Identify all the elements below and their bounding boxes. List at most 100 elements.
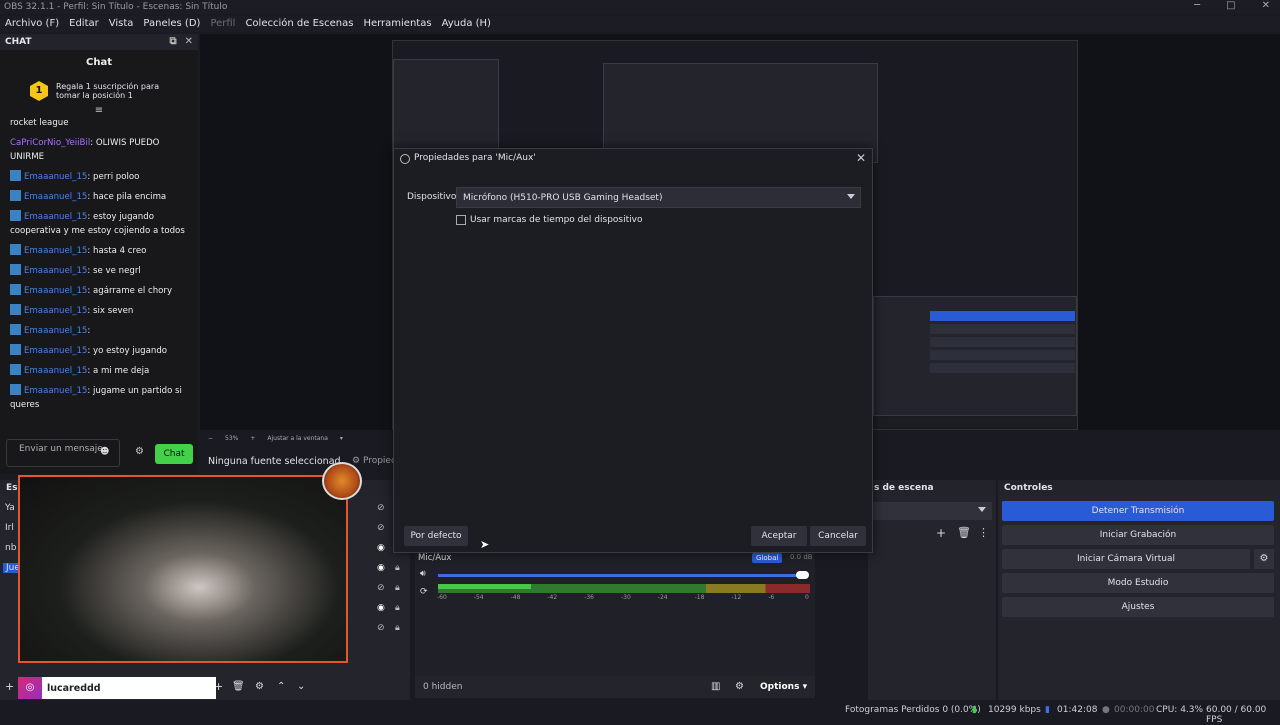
meter-tick-label: -18 bbox=[694, 594, 705, 601]
chat-username[interactable]: Emaaanuel_15 bbox=[24, 172, 87, 182]
instagram-icon: ◎ bbox=[18, 677, 42, 699]
up-icon[interactable]: ⌃ bbox=[277, 681, 285, 692]
hidden-count: 0 hidden bbox=[423, 682, 463, 692]
fps: 60.00 / 60.00 FPS bbox=[1206, 705, 1267, 725]
chat-username[interactable]: Emaaanuel_15 bbox=[24, 286, 87, 296]
timestamp-label: Usar marcas de tiempo del dispositivo bbox=[470, 215, 643, 225]
window-title: OBS 32.1.1 - Perfil: Sin Título - Escena… bbox=[4, 2, 228, 12]
scene-item[interactable]: Irl bbox=[5, 523, 14, 533]
chat-message: Emaaanuel_15: perri poloo bbox=[10, 170, 188, 184]
default-button[interactable]: Por defecto bbox=[404, 526, 468, 546]
sub-promo[interactable]: 1 Regala 1 suscripción para tomar la pos… bbox=[0, 75, 198, 107]
collapse-icon[interactable]: ≡ bbox=[0, 105, 198, 116]
chat-message: Emaaanuel_15: six seven bbox=[10, 304, 188, 318]
chat-username[interactable]: Emaaanuel_15 bbox=[24, 386, 87, 396]
hidden-eye-icon[interactable]: ⊘ bbox=[377, 523, 385, 533]
lock-icon[interactable]: 🔒︎ bbox=[395, 563, 400, 573]
ok-button[interactable]: Aceptar bbox=[751, 526, 807, 546]
hidden-eye-icon[interactable]: ⊘ bbox=[377, 583, 385, 593]
user-badge-icon bbox=[10, 324, 21, 335]
menu-item[interactable]: Editar bbox=[64, 16, 104, 32]
volume-icon[interactable]: 🔊︎ bbox=[420, 569, 426, 579]
emote-icon[interactable]: ☻ bbox=[100, 447, 109, 457]
menu-item[interactable]: Perfil bbox=[205, 16, 240, 32]
chat-username[interactable]: CaPriCorNio_YeiiBil bbox=[10, 138, 90, 148]
chevron-down-icon[interactable]: ▾ bbox=[340, 435, 343, 442]
menu-item[interactable]: Paneles (D) bbox=[138, 16, 205, 32]
menu-item[interactable]: Ayuda (H) bbox=[437, 16, 496, 32]
chat-username[interactable]: Emaaanuel_15 bbox=[24, 246, 87, 256]
settings-button[interactable]: Ajustes bbox=[1002, 597, 1274, 617]
timestamp-checkbox[interactable] bbox=[456, 215, 466, 225]
hidden-eye-icon[interactable]: ⊘ bbox=[377, 503, 385, 513]
zoom-out-icon[interactable]: − bbox=[208, 435, 213, 442]
hidden-eye-icon[interactable]: ⊘ bbox=[377, 623, 385, 633]
eye-icon[interactable]: ◉ bbox=[377, 563, 385, 573]
webcam-feed bbox=[18, 475, 348, 663]
cancel-button[interactable]: Cancelar bbox=[810, 526, 866, 546]
lock-icon[interactable]: 🔒︎ bbox=[395, 583, 400, 593]
zoom-mode[interactable]: Ajustar a la ventana bbox=[267, 435, 328, 442]
chat-username[interactable]: Emaaanuel_15 bbox=[24, 326, 87, 336]
lock-icon[interactable]: 🔒︎ bbox=[395, 623, 400, 633]
device-value: Micrófono (H510-PRO USB Gaming Headset) bbox=[463, 193, 663, 203]
chat-username[interactable]: Emaaanuel_15 bbox=[24, 346, 87, 356]
chat-username[interactable]: Emaaanuel_15 bbox=[24, 212, 87, 222]
stop-stream-button[interactable]: Detener Transmisión bbox=[1002, 501, 1274, 521]
down-icon[interactable]: ⌄ bbox=[297, 681, 305, 692]
menu-item[interactable]: Archivo (F) bbox=[0, 16, 64, 32]
gear-icon[interactable]: ⚙ bbox=[255, 681, 264, 692]
chat-username[interactable]: Emaaanuel_15 bbox=[24, 366, 87, 376]
start-recording-button[interactable]: Iniciar Grabación bbox=[1002, 525, 1274, 545]
user-badge-icon bbox=[10, 190, 21, 201]
eye-icon[interactable]: ◉ bbox=[377, 603, 385, 613]
lock-icon[interactable]: 🔒︎ bbox=[395, 603, 400, 613]
scene-item[interactable]: nb bbox=[5, 543, 16, 553]
meter-tick-label: -24 bbox=[657, 594, 668, 601]
minimize-icon[interactable]: ─ bbox=[1194, 0, 1200, 11]
mixer-settings-icon[interactable]: ⚙ bbox=[735, 681, 744, 692]
add-scene-icon[interactable]: + bbox=[5, 680, 14, 693]
options-button[interactable]: Options ▾ bbox=[760, 682, 807, 692]
menu-item[interactable]: Herramientas bbox=[358, 16, 436, 32]
meter-tick-label: -6 bbox=[768, 594, 775, 601]
dialog-title: Propiedades para 'Mic/Aux' bbox=[414, 153, 536, 163]
user-badge-icon bbox=[10, 170, 21, 181]
chat-text: : perri poloo bbox=[87, 172, 140, 182]
chat-username[interactable]: Emaaanuel_15 bbox=[24, 266, 87, 276]
chat-send-button[interactable]: Chat bbox=[155, 444, 193, 464]
menu-item[interactable]: Vista bbox=[104, 16, 139, 32]
device-select[interactable]: Micrófono (H510-PRO USB Gaming Headset) bbox=[456, 187, 861, 208]
chat-text: : agárrame el chory bbox=[87, 286, 173, 296]
virtual-camera-button[interactable]: Iniciar Cámara Virtual bbox=[1002, 549, 1250, 569]
maximize-icon[interactable]: □ bbox=[1226, 0, 1235, 11]
scene-item[interactable]: Ya bbox=[5, 503, 15, 513]
options-label: Options bbox=[760, 682, 800, 692]
layout-icon[interactable]: ▥ bbox=[711, 681, 720, 692]
volume-slider[interactable] bbox=[438, 574, 808, 577]
chat-message: Emaaanuel_15: hace pila encima bbox=[10, 190, 188, 204]
add-transition-icon[interactable]: + bbox=[936, 526, 946, 540]
more-icon[interactable]: ⋮ bbox=[978, 526, 989, 539]
trash-icon[interactable]: 🗑︎ bbox=[232, 681, 245, 692]
chat-message: Emaaanuel_15: bbox=[10, 324, 188, 338]
chat-username[interactable]: Emaaanuel_15 bbox=[24, 192, 87, 202]
transition-select[interactable] bbox=[872, 502, 992, 520]
mixer-config-icon[interactable]: ⟳ bbox=[420, 587, 428, 597]
gear-icon[interactable]: ⚙ bbox=[1254, 549, 1274, 569]
close-icon[interactable]: ✕ bbox=[856, 151, 866, 165]
trash-icon[interactable]: 🗑︎ bbox=[957, 526, 971, 539]
float-icon[interactable]: ⧉ bbox=[169, 36, 176, 47]
close-icon[interactable]: ✕ bbox=[1262, 0, 1270, 11]
menu-item[interactable]: Colección de Escenas bbox=[240, 16, 358, 32]
volume-slider-handle[interactable] bbox=[796, 571, 809, 579]
properties-button[interactable]: ⚙ Propied bbox=[352, 456, 397, 466]
eye-icon[interactable]: ◉ bbox=[377, 543, 385, 553]
zoom-in-icon[interactable]: + bbox=[250, 435, 255, 442]
chat-username[interactable]: Emaaanuel_15 bbox=[24, 306, 87, 316]
close-dock-icon[interactable]: ✕ bbox=[185, 36, 193, 47]
gear-icon[interactable]: ⚙ bbox=[135, 446, 144, 457]
chat-message: CaPriCorNio_YeiiBil: OLIWIS PUEDO UNIRME bbox=[10, 136, 188, 164]
stream-time: 01:42:08 bbox=[1057, 705, 1098, 715]
studio-mode-button[interactable]: Modo Estudio bbox=[1002, 573, 1274, 593]
